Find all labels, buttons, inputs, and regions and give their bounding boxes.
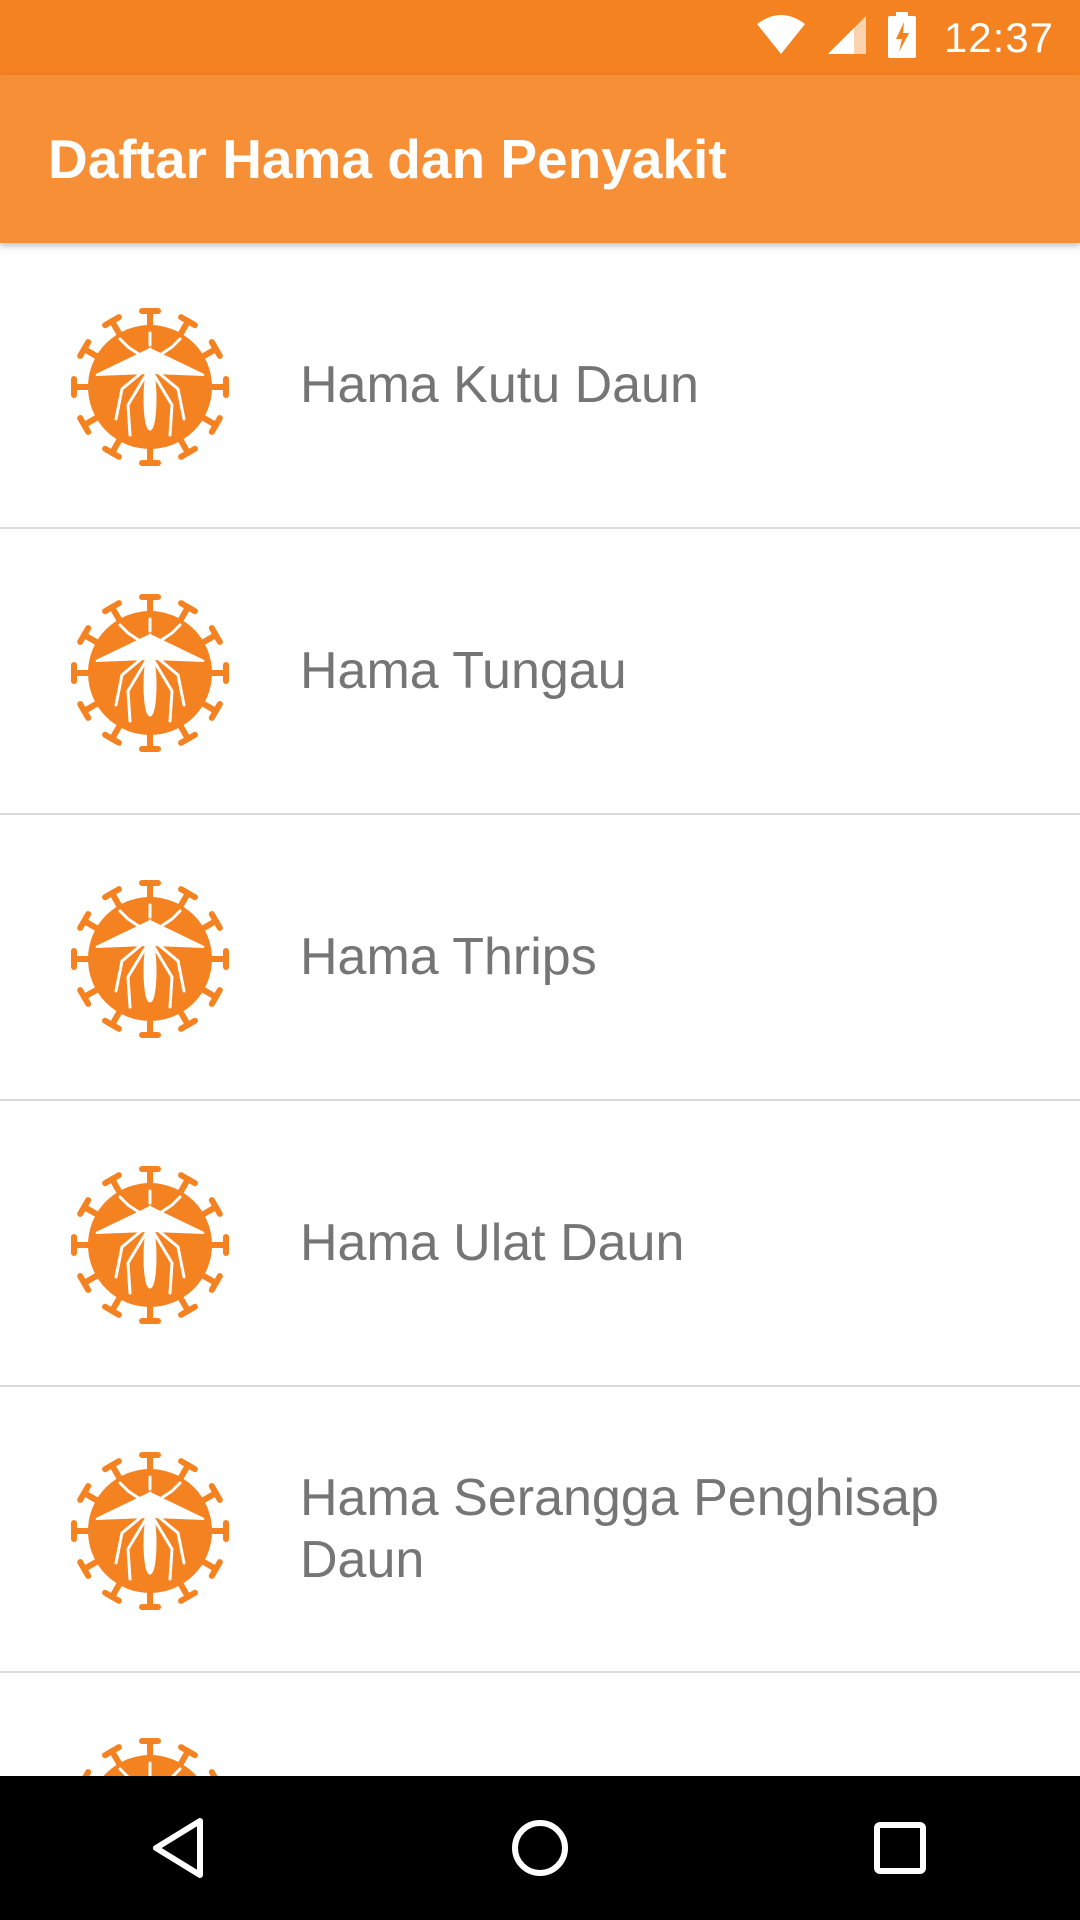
navigation-bar xyxy=(0,1776,1080,1920)
list-item[interactable]: Hama Serangga Penghisap Daun xyxy=(0,1387,1080,1673)
back-icon xyxy=(153,1818,203,1878)
mosquito-virus-icon xyxy=(66,1161,234,1329)
list-item[interactable]: Hama Ulat Daun xyxy=(0,1101,1080,1387)
recents-button[interactable] xyxy=(840,1788,960,1908)
app-bar: Daftar Hama dan Penyakit xyxy=(0,75,1080,243)
list-item-label: Hama Ulat Daun xyxy=(300,1214,685,1272)
list-item[interactable]: Hama Tungau xyxy=(0,529,1080,815)
mosquito-virus-icon xyxy=(66,589,234,757)
mosquito-virus-icon xyxy=(66,1447,234,1615)
status-time: 12:37 xyxy=(943,13,1054,61)
pest-list: Hama Kutu Daun Hama Tungau Hama Thrips H… xyxy=(0,243,1080,1776)
status-bar: 12:37 xyxy=(0,0,1080,75)
list-item-label: Hama Thrips xyxy=(300,928,597,986)
recents-icon xyxy=(874,1822,926,1874)
page-title: Daftar Hama dan Penyakit xyxy=(48,128,727,190)
list-item[interactable] xyxy=(0,1673,1080,1776)
list-item-label: Hama Serangga Penghisap Daun xyxy=(300,1469,939,1589)
signal-icon xyxy=(826,14,868,61)
battery-charging-icon xyxy=(887,12,916,63)
list-item[interactable]: Hama Thrips xyxy=(0,815,1080,1101)
list-item[interactable]: Hama Kutu Daun xyxy=(0,243,1080,529)
list-item-label: Hama Kutu Daun xyxy=(300,356,699,414)
back-button[interactable] xyxy=(120,1788,240,1908)
mosquito-virus-icon xyxy=(66,1733,234,1776)
mosquito-virus-icon xyxy=(66,303,234,471)
mosquito-virus-icon xyxy=(66,875,234,1043)
wifi-icon xyxy=(756,14,806,61)
list-item-label: Hama Tungau xyxy=(300,642,627,700)
home-icon xyxy=(512,1820,568,1876)
home-button[interactable] xyxy=(480,1788,600,1908)
